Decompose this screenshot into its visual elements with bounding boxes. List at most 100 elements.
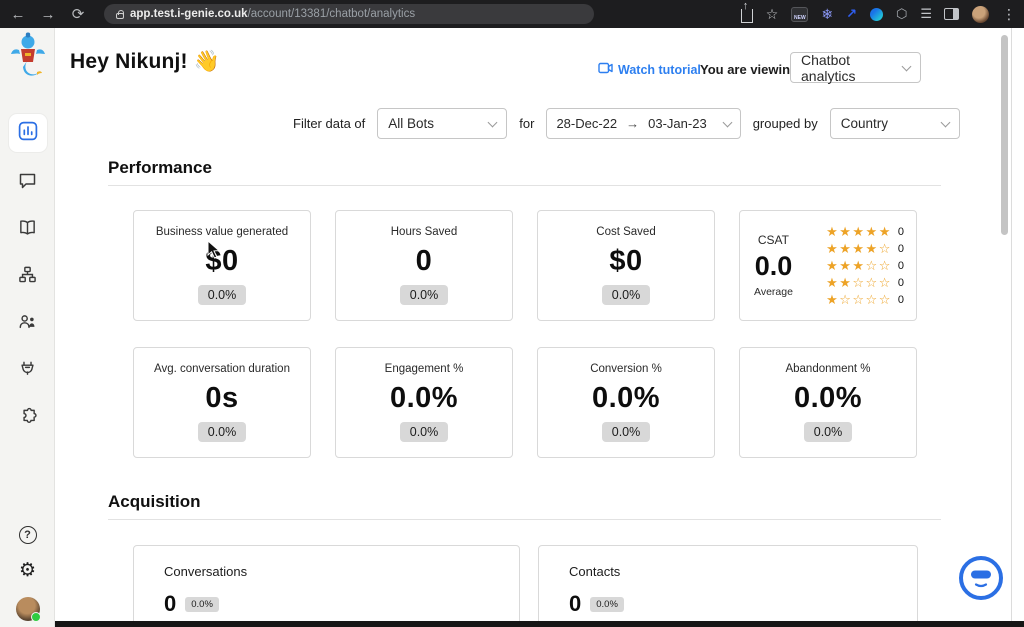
viewing-label: You are viewing — [700, 62, 799, 77]
csat-summary: CSAT 0.0 Average — [754, 233, 793, 298]
chevron-down-icon — [901, 61, 912, 71]
acquisition-cards-row: Conversations 0 0.0% Contacts 0 0.0% — [133, 545, 918, 627]
settings-gear-icon[interactable]: ⚙ — [19, 561, 36, 580]
reload-icon[interactable]: ⟳ — [68, 5, 88, 23]
sidebar-item-flows[interactable] — [9, 261, 47, 293]
csat-value: 0.0 — [754, 251, 793, 281]
browser-actions: ☆ NEW ❄ ↗ ⬡ ☰ ⋮ — [740, 0, 1016, 23]
csat-average-label: Average — [754, 286, 793, 298]
card-value: 0 — [415, 245, 433, 277]
performance-cards-row-2: Avg. conversation duration 0s 0.0% Engag… — [133, 347, 917, 458]
trend-badge: 0.0% — [803, 422, 853, 442]
forward-icon[interactable]: → — [38, 6, 58, 23]
for-label: for — [519, 116, 535, 131]
watch-tutorial-label: Watch tutorial — [618, 62, 701, 77]
star-row: ★★★☆☆ 0 — [826, 258, 904, 274]
view-selector[interactable]: Chatbot analytics — [790, 52, 921, 84]
help-icon[interactable]: ? — [18, 526, 37, 544]
chatbot-launcher-icon[interactable] — [957, 554, 1005, 602]
filter-data-of-label: Filter data of — [293, 116, 366, 131]
csat-star-breakdown: ★★★★★ 0 ★★★★☆ 0 ★★★☆☆ 0 ★★☆☆☆ 0 ★☆☆☆☆ 0 — [826, 224, 904, 308]
reading-list-icon[interactable]: ☰ — [920, 6, 932, 22]
chat-bubble-icon — [18, 171, 37, 195]
card-value: 0.0% — [793, 382, 863, 414]
star-rating-icons: ★★★☆☆ — [826, 257, 892, 273]
card-label: Engagement % — [384, 363, 464, 375]
bot-filter-select[interactable]: All Bots — [377, 108, 508, 139]
extension-snowflake-icon[interactable]: ❄ — [821, 6, 833, 23]
group-by-select[interactable]: Country — [829, 108, 960, 139]
group-by-value: Country — [840, 116, 889, 131]
filter-bar: Filter data of All Bots for 28-Dec-22 → … — [293, 108, 960, 139]
book-icon — [18, 218, 37, 242]
scrollbar-thumb[interactable] — [1001, 35, 1008, 235]
star-count: 0 — [897, 242, 904, 255]
browser-profile-avatar[interactable] — [972, 5, 989, 23]
star-row: ★★★★★ 0 — [826, 224, 904, 240]
user-avatar[interactable] — [15, 597, 41, 622]
card-label: Cost Saved — [596, 226, 656, 238]
star-rating-icons: ★★☆☆☆ — [826, 274, 892, 290]
star-row: ★☆☆☆☆ 0 — [826, 292, 904, 308]
card-value: 0.0% — [591, 382, 661, 414]
side-panel-icon[interactable] — [944, 8, 959, 20]
address-bar[interactable]: app.test.i-genie.co.uk/account/13381/cha… — [104, 4, 594, 24]
share-icon[interactable] — [740, 0, 753, 23]
sidebar-item-analytics[interactable] — [8, 114, 47, 152]
sidebar-item-knowledge[interactable] — [9, 214, 47, 246]
star-rating-icons: ★☆☆☆☆ — [826, 291, 892, 307]
metric-card-engagement: Engagement % 0.0% 0.0% — [335, 347, 513, 458]
date-range-picker[interactable]: 28-Dec-22 → 03-Jan-23 — [546, 108, 741, 139]
card-label: Abandonment % — [785, 363, 871, 375]
star-count: 0 — [897, 293, 904, 306]
card-label: Avg. conversation duration — [154, 363, 290, 375]
performance-cards-row-1: Business value generated $0 0.0% Hours S… — [133, 210, 917, 321]
back-icon[interactable]: ← — [8, 6, 28, 23]
watch-tutorial-link[interactable]: Watch tutorial — [598, 62, 701, 77]
card-value: $0 — [205, 245, 239, 277]
extension-arrow-icon[interactable]: ↗ — [846, 6, 857, 22]
card-value: $0 — [609, 245, 643, 277]
star-rating-icons: ★★★★☆ — [826, 240, 892, 256]
sidebar-item-contacts[interactable] — [9, 308, 47, 340]
metric-card-business-value: Business value generated $0 0.0% — [133, 210, 311, 321]
star-count: 0 — [897, 276, 904, 289]
star-count: 0 — [897, 225, 904, 238]
bookmark-star-icon[interactable]: ☆ — [766, 6, 779, 23]
desktop-edge — [55, 621, 1024, 627]
divider — [108, 185, 941, 186]
genie-logo[interactable] — [9, 32, 47, 87]
sidebar-item-conversations[interactable] — [9, 167, 47, 199]
card-label: Business value generated — [155, 226, 289, 238]
plug-icon — [18, 359, 37, 383]
acquisition-title: Acquisition — [108, 492, 201, 511]
page-greeting: Hey Nikunj! 👋 — [70, 50, 221, 73]
metric-card-conversations: Conversations 0 0.0% — [133, 545, 520, 627]
trend-badge: 0.0% — [399, 422, 449, 442]
star-count: 0 — [897, 259, 904, 272]
url-domain: app.test.i-genie.co.uk — [130, 8, 248, 20]
genie-tail — [23, 61, 39, 76]
divider — [108, 519, 941, 520]
metric-card-hours-saved: Hours Saved 0 0.0% — [335, 210, 513, 321]
browser-toolbar: ← → ⟳ app.test.i-genie.co.uk/account/133… — [0, 0, 1024, 28]
trend-badge: 0.0% — [185, 596, 219, 612]
extension-circle-icon[interactable] — [869, 7, 883, 21]
lock-icon — [116, 9, 124, 19]
star-row: ★★☆☆☆ 0 — [826, 275, 904, 291]
extensions-puzzle-icon[interactable]: ⬡ — [896, 6, 907, 22]
video-icon — [598, 62, 613, 77]
card-value: 0 — [569, 591, 582, 616]
sidebar-item-addons[interactable] — [9, 402, 47, 434]
metric-card-conversion: Conversion % 0.0% 0.0% — [537, 347, 715, 458]
performance-title: Performance — [108, 158, 212, 177]
browser-menu-icon[interactable]: ⋮ — [1002, 6, 1016, 23]
sidebar-bottom: ? ⚙ — [0, 526, 55, 622]
trend-badge: 0.0% — [601, 422, 651, 442]
extension-new-icon[interactable]: NEW — [791, 6, 809, 22]
date-range-arrow-icon: → — [626, 116, 640, 131]
csat-label: CSAT — [757, 233, 790, 247]
sidebar-item-integrations[interactable] — [9, 355, 47, 387]
metric-card-cost-saved: Cost Saved $0 0.0% — [537, 210, 715, 321]
chevron-down-icon — [940, 117, 951, 127]
